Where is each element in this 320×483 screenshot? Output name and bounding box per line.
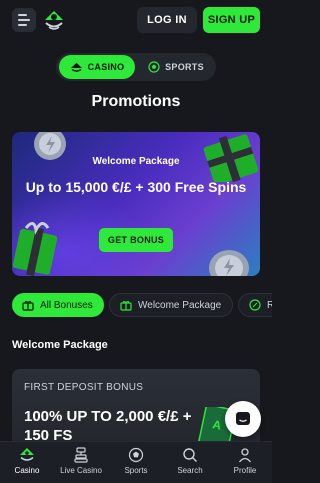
toggle-sports-label: SPORTS [165, 62, 204, 72]
casino-icon [70, 62, 82, 72]
nav-label: Profile [233, 466, 257, 475]
nav-sports[interactable]: Sports [109, 447, 163, 475]
nav-label: Live Casino [60, 466, 102, 475]
bonus-filter-chips: All Bonuses Welcome Package R [12, 293, 272, 317]
coin-icon [209, 250, 249, 276]
get-bonus-button[interactable]: GET BONUS [99, 228, 173, 252]
page-title: Promotions [91, 93, 181, 110]
signup-button[interactable]: SIGN UP [203, 7, 260, 33]
nav-live-casino[interactable]: Live Casino [54, 447, 108, 475]
toggle-casino-label: CASINO [87, 62, 125, 72]
menu-button[interactable] [12, 8, 36, 32]
nav-search[interactable]: Search [163, 447, 217, 475]
banner-title: Up to 15,000 €/£ + 300 Free Spins [25, 179, 247, 195]
menu-icon-line [18, 14, 27, 16]
casino-sports-toggle: CASINO SPORTS [56, 53, 216, 81]
chat-button[interactable] [225, 401, 261, 437]
logo-icon[interactable] [42, 8, 66, 32]
deposit-bonus-card[interactable]: FIRST DEPOSIT BONUS 100% UP TO 2,000 €/£… [12, 369, 260, 449]
nav-label: Casino [14, 466, 40, 475]
menu-icon-line [18, 19, 30, 21]
search-icon [183, 448, 197, 462]
gift-icon [22, 300, 34, 311]
card-title: 100% UP TO 2,000 €/£ + 150 FS [24, 408, 192, 444]
filter-label: Welcome Package [138, 299, 222, 311]
bottom-navigation: Casino Live Casino Sports Search Profile [0, 441, 272, 483]
filter-welcome-package[interactable]: Welcome Package [109, 293, 233, 317]
toggle-sports[interactable]: SPORTS [138, 55, 214, 79]
casino-icon [20, 448, 34, 461]
sports-ball-icon [128, 447, 144, 463]
login-button[interactable]: LOG IN [137, 7, 197, 33]
promo-banner[interactable]: Welcome Package Up to 15,000 €/£ + 300 F… [12, 132, 260, 276]
top-header: LOG IN SIGN UP [0, 0, 272, 42]
filter-label: R [267, 299, 272, 311]
profile-icon [238, 448, 252, 463]
sports-ball-icon [148, 61, 160, 73]
filter-all-bonuses[interactable]: All Bonuses [12, 293, 104, 317]
banner-subtitle: Welcome Package [92, 156, 180, 167]
toggle-casino[interactable]: CASINO [59, 55, 135, 79]
filter-label: All Bonuses [40, 299, 93, 311]
nav-label: Sports [124, 466, 148, 475]
section-title: Welcome Package [12, 339, 108, 351]
gift-icon [120, 300, 132, 311]
nav-casino[interactable]: Casino [0, 447, 54, 475]
card-label: FIRST DEPOSIT BONUS [24, 382, 144, 393]
nav-label: Search [177, 466, 203, 475]
nav-profile[interactable]: Profile [218, 447, 272, 475]
gift-icon [12, 222, 58, 276]
live-casino-icon [74, 447, 88, 463]
percent-icon [249, 299, 261, 311]
filter-third[interactable]: R [238, 293, 272, 317]
chat-icon [236, 412, 250, 425]
menu-icon-line [18, 24, 27, 26]
